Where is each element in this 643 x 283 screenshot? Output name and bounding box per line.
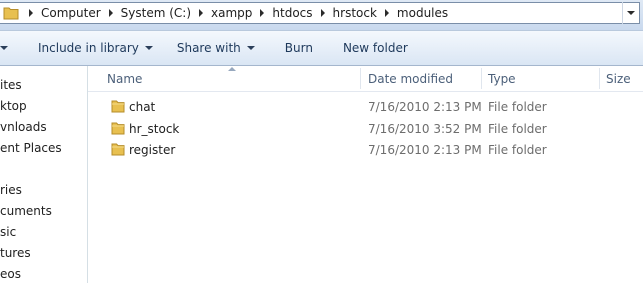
address-bar-area: Computer System (C:) xampp htdocs hrstoc… bbox=[0, 0, 643, 30]
file-name: hr_stock bbox=[129, 121, 180, 136]
chevron-right-icon[interactable] bbox=[25, 2, 37, 24]
caret-down-icon bbox=[246, 46, 255, 50]
column-header-size[interactable]: Size bbox=[606, 66, 643, 91]
column-header-name[interactable]: Name bbox=[107, 66, 357, 91]
folder-icon bbox=[3, 6, 19, 20]
file-date-modified: 7/16/2010 2:13 PM bbox=[368, 142, 482, 157]
nav-item-favorites[interactable]: ites bbox=[0, 78, 22, 92]
folder-icon bbox=[111, 143, 125, 156]
nav-item-documents[interactable]: cuments bbox=[0, 204, 52, 218]
navigation-pane[interactable]: ites ktop vnloads ent Places ries cument… bbox=[0, 66, 88, 283]
nav-item-music[interactable]: sic bbox=[0, 225, 16, 239]
nav-item-pictures[interactable]: tures bbox=[0, 246, 31, 260]
nav-item-videos[interactable]: eos bbox=[0, 267, 21, 281]
breadcrumb-htdocs[interactable]: htdocs bbox=[268, 6, 316, 20]
include-in-library-label: Include in library bbox=[38, 41, 139, 55]
file-type: File folder bbox=[488, 121, 547, 136]
caret-down-icon bbox=[0, 46, 8, 50]
file-date-modified: 7/16/2010 2:13 PM bbox=[368, 99, 482, 114]
file-name: chat bbox=[129, 99, 156, 114]
breadcrumb-xampp[interactable]: xampp bbox=[207, 6, 256, 20]
file-row[interactable]: register 7/16/2010 2:13 PM File folder bbox=[88, 139, 643, 160]
column-header-type[interactable]: Type bbox=[488, 66, 598, 91]
chevron-right-icon[interactable] bbox=[195, 2, 207, 24]
breadcrumb-computer[interactable]: Computer bbox=[37, 6, 105, 20]
nav-item-desktop[interactable]: ktop bbox=[0, 99, 27, 113]
nav-item-recent-places[interactable]: ent Places bbox=[0, 141, 62, 155]
folder-icon bbox=[111, 122, 125, 135]
address-bar[interactable]: Computer System (C:) xampp htdocs hrstoc… bbox=[0, 2, 640, 24]
nav-item-libraries[interactable]: ries bbox=[0, 183, 22, 197]
file-name: register bbox=[129, 142, 176, 157]
column-header-row: Name Date modified Type Size bbox=[88, 66, 643, 92]
breadcrumb-hrstock[interactable]: hrstock bbox=[329, 6, 381, 20]
command-bar: Include in library Share with Burn New f… bbox=[0, 30, 643, 66]
include-in-library-button[interactable]: Include in library bbox=[30, 36, 161, 60]
chevron-right-icon[interactable] bbox=[381, 2, 393, 24]
column-divider[interactable] bbox=[599, 68, 600, 89]
address-history-dropdown-icon[interactable] bbox=[622, 2, 639, 24]
chevron-right-icon[interactable] bbox=[256, 2, 268, 24]
share-with-button[interactable]: Share with bbox=[169, 36, 263, 60]
column-divider[interactable] bbox=[481, 68, 482, 89]
breadcrumb-modules[interactable]: modules bbox=[393, 6, 452, 20]
chevron-right-icon[interactable] bbox=[317, 2, 329, 24]
breadcrumb-system-c[interactable]: System (C:) bbox=[117, 6, 195, 20]
share-with-label: Share with bbox=[176, 41, 241, 55]
new-folder-button[interactable]: New folder bbox=[335, 36, 416, 60]
file-date-modified: 7/16/2010 3:52 PM bbox=[368, 121, 482, 136]
column-divider[interactable] bbox=[360, 68, 361, 89]
caret-down-icon bbox=[144, 46, 153, 50]
file-type: File folder bbox=[488, 99, 547, 114]
chevron-right-icon[interactable] bbox=[105, 2, 117, 24]
file-type: File folder bbox=[488, 142, 547, 157]
file-row[interactable]: chat 7/16/2010 2:13 PM File folder bbox=[88, 96, 643, 117]
burn-button[interactable]: Burn bbox=[277, 36, 321, 60]
column-header-date-modified[interactable]: Date modified bbox=[368, 66, 478, 91]
folder-icon bbox=[111, 100, 125, 113]
file-row[interactable]: hr_stock 7/16/2010 3:52 PM File folder bbox=[88, 118, 643, 139]
nav-item-downloads[interactable]: vnloads bbox=[0, 120, 47, 134]
organize-dropdown[interactable] bbox=[0, 36, 8, 60]
file-list-pane[interactable]: Name Date modified Type Size chat 7/16/2… bbox=[88, 66, 643, 283]
